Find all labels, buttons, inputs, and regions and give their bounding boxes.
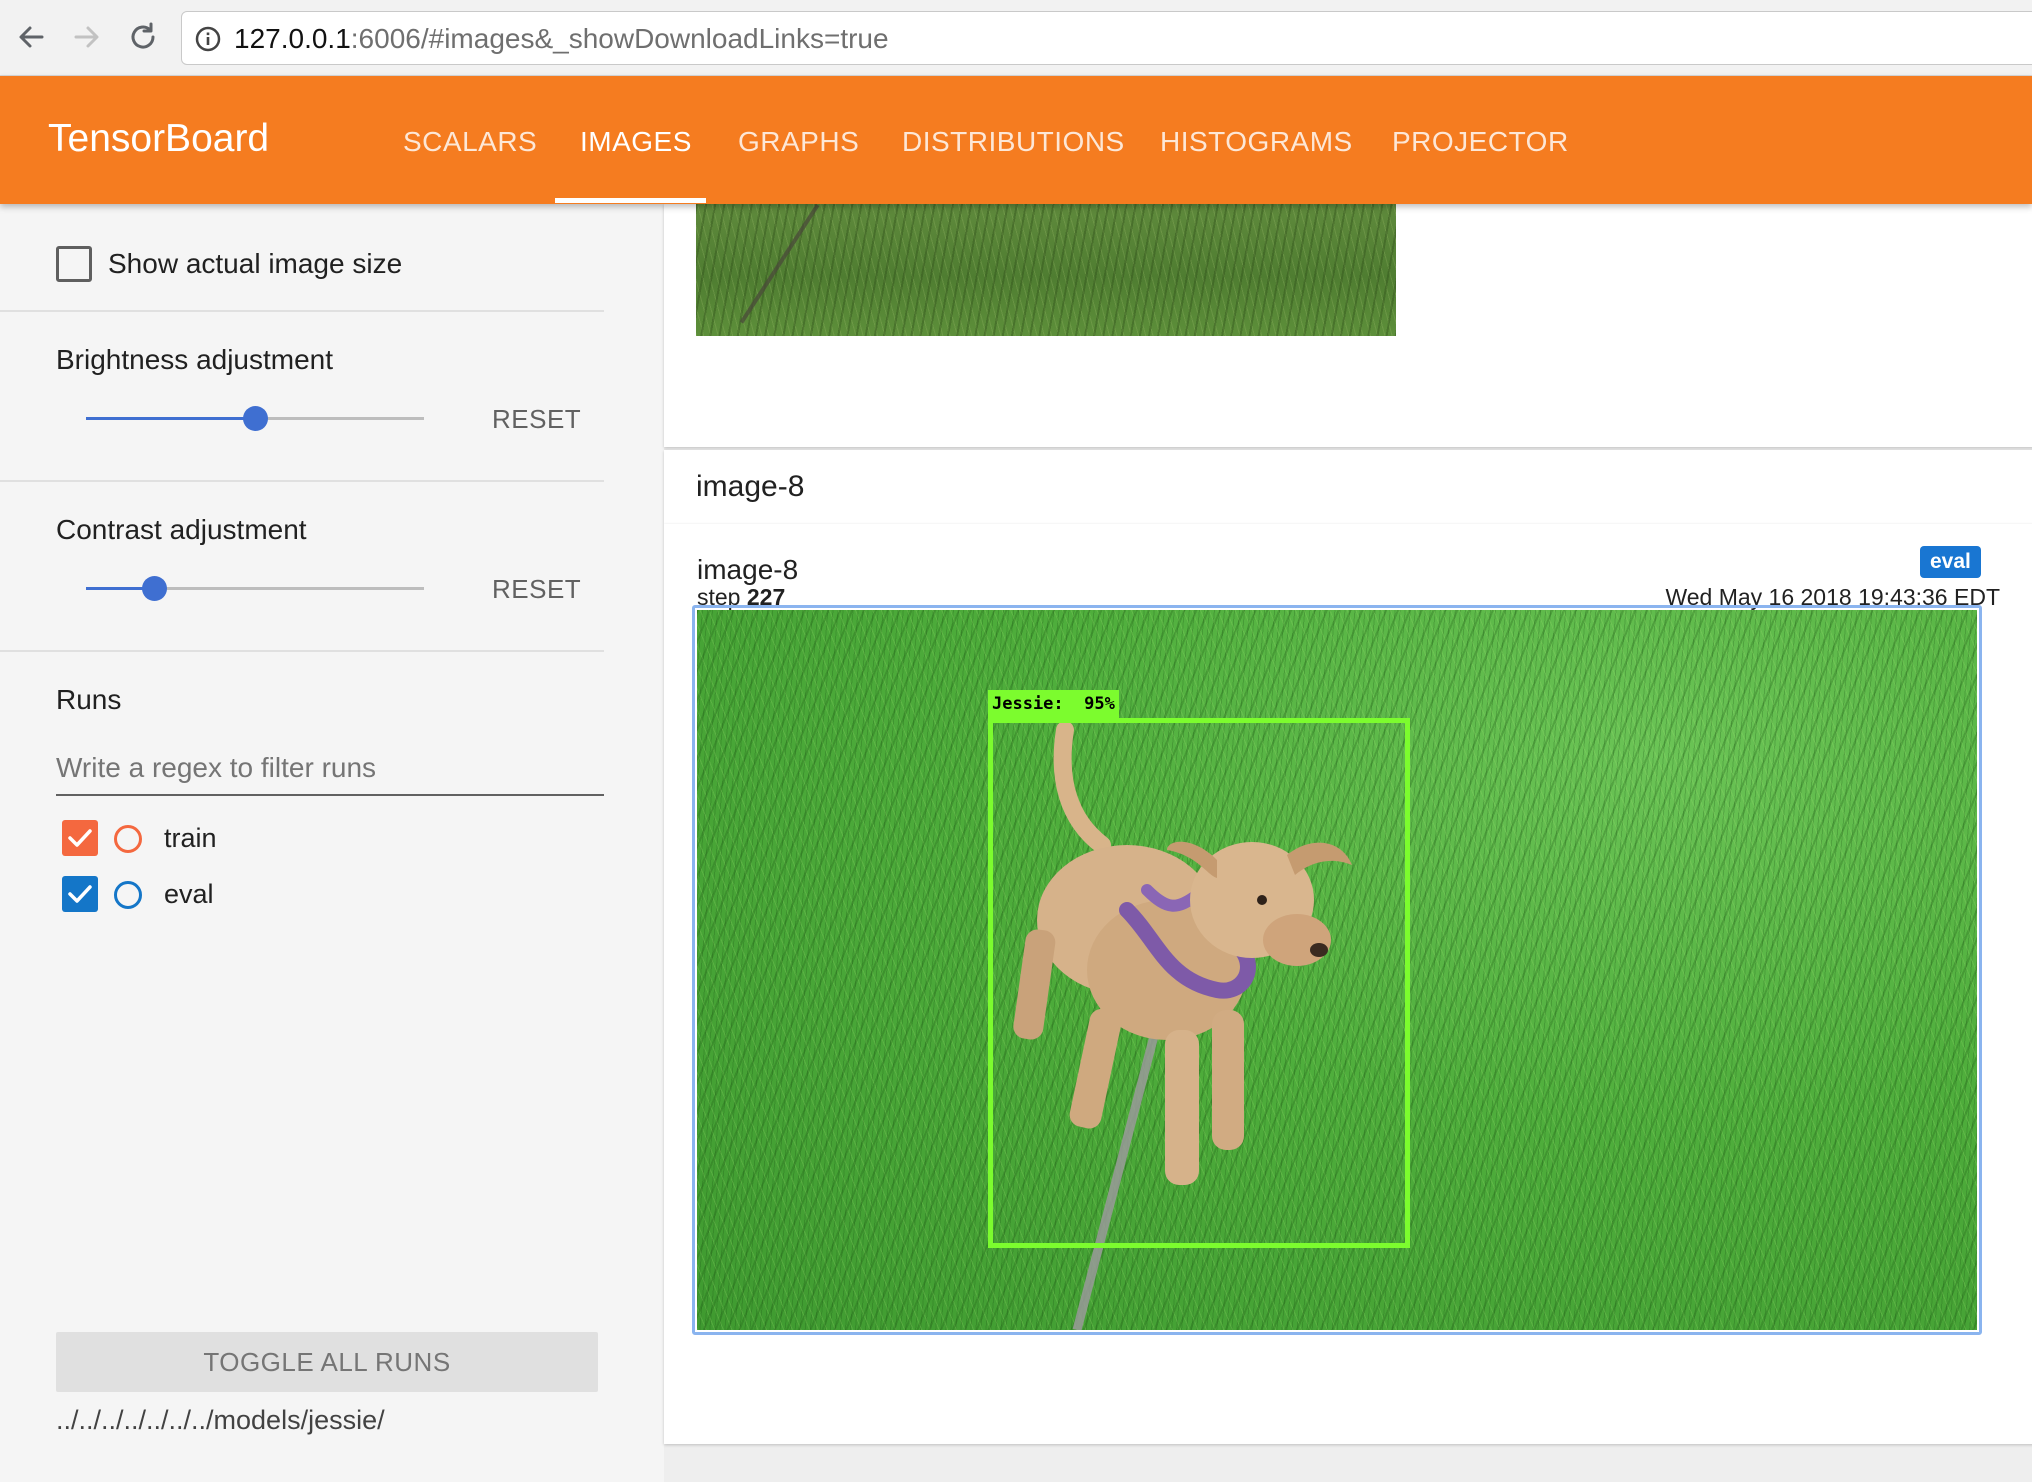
tab-scalars[interactable]: SCALARS [403,126,537,158]
toggle-all-runs-button[interactable]: TOGGLE ALL RUNS [56,1332,598,1392]
brightness-slider-fill [86,417,255,420]
divider [0,310,604,312]
leash-line [739,204,820,324]
run-item-eval[interactable]: eval [62,874,462,914]
contrast-slider[interactable] [86,576,424,601]
sidebar: Show actual image size Brightness adjust… [0,204,664,1482]
run-label-eval: eval [164,879,214,909]
run-checkbox-train[interactable] [62,820,98,856]
run-color-swatch-eval[interactable] [114,881,142,909]
brightness-slider[interactable] [86,406,424,431]
tab-graphs[interactable]: GRAPHS [738,126,859,158]
checkmark-icon [68,829,92,847]
detection-image: Jessie: 95% [697,610,1977,1330]
previous-image-card [664,204,2032,447]
brightness-slider-knob[interactable] [242,406,268,431]
show-actual-size-label[interactable]: Show actual image size [108,248,402,280]
forward-arrow-icon[interactable] [64,14,110,60]
image-frame[interactable]: Jessie: 95% [692,605,1982,1335]
url-text: 127.0.0.1:6006/#images&_showDownloadLink… [234,23,889,54]
run-label-train: train [164,823,217,853]
tab-distributions[interactable]: DISTRIBUTIONS [902,126,1125,158]
reload-icon[interactable] [120,14,166,60]
run-color-swatch-train[interactable] [114,825,142,853]
browser-toolbar: 127.0.0.1:6006/#images&_showDownloadLink… [0,0,2032,76]
brightness-label: Brightness adjustment [56,344,334,375]
detection-label: Jessie: 95% [988,690,1119,718]
show-actual-size-checkbox[interactable] [56,246,92,282]
contrast-slider-knob[interactable] [141,576,167,601]
active-tab-indicator [555,198,706,203]
run-item-train[interactable]: train [62,818,462,858]
app-title: TensorBoard [48,117,270,160]
run-filter-input[interactable]: Write a regex to filter runs [56,744,604,796]
image-card-title: image-8 [697,554,799,585]
run-checkbox-eval[interactable] [62,876,98,912]
contrast-label: Contrast adjustment [56,514,307,545]
run-badge: eval [1920,546,1981,578]
tag-section-title: image-8 [696,470,805,503]
divider [0,650,604,652]
brightness-reset-button[interactable]: RESET [492,404,581,434]
detection-bounding-box [988,718,1410,1248]
divider [0,480,604,482]
runs-title: Runs [56,684,122,715]
tag-section-header[interactable]: image-8 [664,450,2032,524]
address-bar[interactable]: 127.0.0.1:6006/#images&_showDownloadLink… [181,11,2032,65]
tab-histograms[interactable]: HISTOGRAMS [1160,126,1353,158]
back-arrow-icon[interactable] [8,14,54,60]
info-icon[interactable] [195,26,221,52]
app-header: TensorBoard SCALARS IMAGES GRAPHS DISTRI… [0,76,2032,204]
run-filter-placeholder: Write a regex to filter runs [56,752,377,783]
contrast-reset-button[interactable]: RESET [492,574,581,604]
previous-image-thumbnail [696,204,1396,336]
tab-images[interactable]: IMAGES [580,126,692,158]
logdir-path: ../../../../../../../models/jessie/ [56,1405,385,1435]
checkmark-icon [68,885,92,903]
tab-projector[interactable]: PROJECTOR [1392,126,1569,158]
